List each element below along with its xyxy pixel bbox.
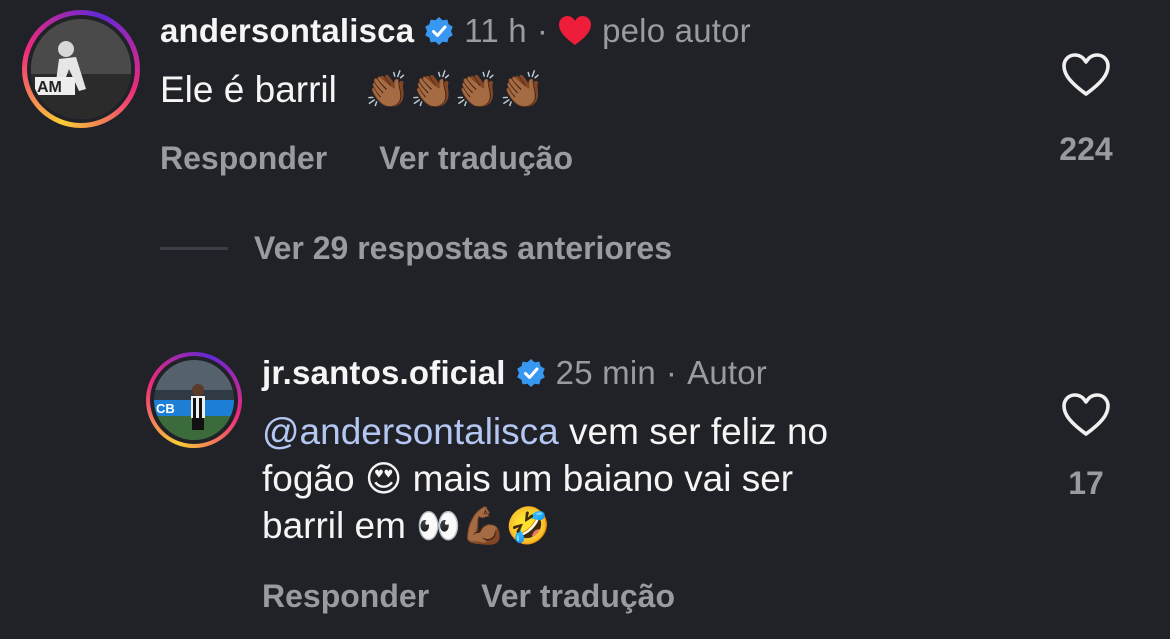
comment2-line2-text-b: mais um baiano vai ser — [402, 458, 794, 499]
red-heart-icon — [558, 15, 592, 47]
eyes-flexed-biceps-rofl-emoji: 👀💪🏾🤣 — [416, 505, 551, 546]
view-previous-replies[interactable]: Ver 29 respostas anteriores — [160, 230, 672, 267]
comment2-like-count: 17 — [1068, 465, 1104, 501]
comment2-translate-button[interactable]: Ver tradução — [481, 578, 675, 615]
svg-text:AM: AM — [37, 79, 62, 96]
replies-divider-line — [160, 247, 228, 250]
comment1-actions: Responder Ver tradução — [160, 140, 573, 177]
comment1-header: andersontalisca 11 h · pelo autor — [160, 8, 751, 54]
comment2-line3: barril em 👀💪🏾🤣 — [262, 502, 962, 549]
comment1-reply-button[interactable]: Responder — [160, 140, 327, 177]
comment2-header: jr.santos.oficial 25 min · Autor — [262, 350, 767, 396]
comment2-line1-text: vem ser feliz no — [558, 411, 829, 452]
avatar-andersontalisca[interactable]: AM — [22, 10, 140, 128]
comment1-text: Ele é barril 👏🏾👏🏾👏🏾👏🏾 — [160, 66, 544, 113]
comment2-like: 17 — [1048, 392, 1124, 502]
comment2-text: @andersontalisca vem ser feliz no fogão … — [262, 408, 962, 549]
comments-panel: AM andersontalisca 11 h · pelo autor Ele… — [0, 0, 1170, 639]
comment2-username[interactable]: jr.santos.oficial — [262, 354, 506, 392]
liked-by-author-label: pelo autor — [602, 12, 751, 49]
comment2-reply-button[interactable]: Responder — [262, 578, 429, 615]
comment2-line2: fogão 😍 mais um baiano vai ser — [262, 455, 962, 502]
verified-badge-icon — [516, 358, 546, 388]
comment2-time: 25 min — [555, 354, 656, 391]
avatar-photo: CB — [154, 360, 234, 440]
separator-dot: · — [665, 354, 678, 391]
comment1-text-body: Ele é barril — [160, 69, 337, 110]
verified-badge-icon — [424, 16, 454, 46]
comment2-actions: Responder Ver tradução — [262, 578, 675, 615]
svg-text:CB: CB — [156, 401, 175, 416]
separator-dot: · — [536, 12, 549, 49]
comment1-username[interactable]: andersontalisca — [160, 12, 414, 50]
comment1-translate-button[interactable]: Ver tradução — [379, 140, 573, 177]
comment2-line1: @andersontalisca vem ser feliz no — [262, 408, 962, 455]
comment2-line3-text: barril em — [262, 505, 417, 546]
avatar-jr-santos[interactable]: CB — [146, 352, 242, 448]
view-replies-label: Ver 29 respostas anteriores — [254, 230, 673, 266]
avatar-photo: AM — [31, 19, 131, 119]
comment1-like: 224 — [1048, 52, 1124, 168]
clapping-hands-emoji: 👏🏾👏🏾👏🏾👏🏾 — [365, 69, 545, 110]
comment2-line2-text-a: fogão — [262, 458, 365, 499]
mention-link[interactable]: @andersontalisca — [262, 411, 559, 452]
heart-outline-icon[interactable] — [1061, 52, 1111, 103]
comment1-time: 11 h — [464, 12, 527, 49]
heart-outline-icon[interactable] — [1061, 392, 1111, 443]
author-label: Autor — [687, 354, 767, 391]
comment1-like-count: 224 — [1059, 131, 1113, 167]
heart-eyes-emoji: 😍 — [364, 458, 403, 499]
